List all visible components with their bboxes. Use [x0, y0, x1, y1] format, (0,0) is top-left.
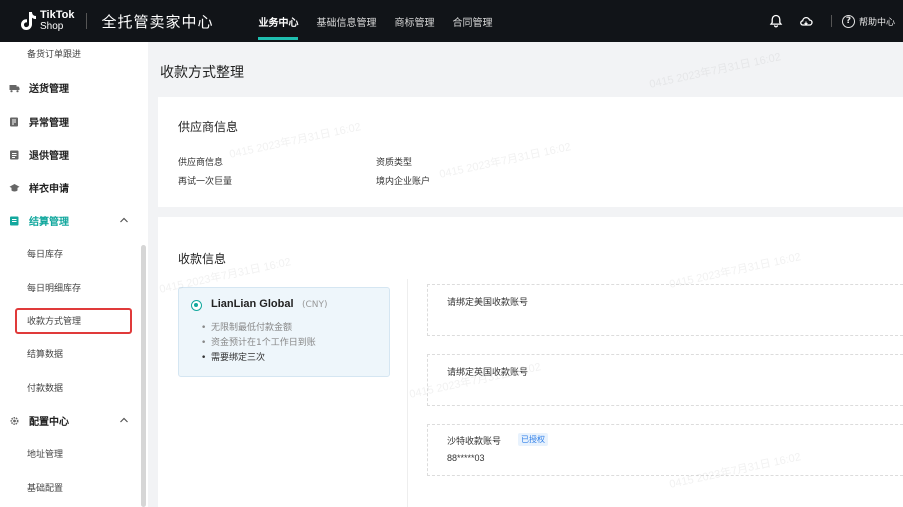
selected-item-highlight [15, 308, 132, 334]
payment-option-name: LianLian Global [211, 298, 294, 310]
uk-account-label: 请绑定英国收款账号 [447, 368, 529, 378]
sidebar-item-label: 每日库存 [27, 250, 64, 260]
sidebar-item-label: 样衣申请 [29, 184, 69, 195]
us-account-label: 请绑定美国收款账号 [447, 298, 529, 308]
payment-option-features: 无限制最低付款金额 资金预计在1个工作日到账 需要绑定三次 [201, 321, 316, 366]
supplier-name-label: 供应商信息 [178, 158, 224, 168]
chevron-up-icon[interactable] [119, 416, 129, 424]
tiktok-shop-logo[interactable]: TikTok Shop [20, 0, 74, 42]
supplier-name-value: 再试一次巨量 [178, 177, 233, 187]
supplier-info-card: 供应商信息 供应商信息 再试一次巨量 资质类型 境内企业账户 [158, 97, 903, 207]
payment-card-title: 收款信息 [178, 252, 227, 266]
sidebar-item-stock-order-tracking[interactable]: 备货订单跟进 [27, 47, 167, 60]
sidebar-item-exceptions[interactable]: 异常管理 [9, 114, 149, 129]
watermark: 0415 2023年7月31日 16:02 [648, 51, 782, 91]
main-content: 收款方式整理 供应商信息 供应商信息 再试一次巨量 资质类型 境内企业账户 收款… [148, 42, 903, 507]
bind-uk-account-box[interactable]: 请绑定英国收款账号 [427, 354, 903, 406]
sidebar-item-label: 备货订单跟进 [27, 50, 82, 60]
sidebar-item-label: 地址管理 [27, 450, 64, 460]
help-icon: ? [841, 14, 855, 28]
header-divider [86, 13, 88, 29]
sidebar-item-payment-data[interactable]: 付款数据 [27, 381, 167, 394]
sidebar-item-label: 配置中心 [29, 417, 69, 428]
header-actions-divider [830, 15, 832, 27]
payment-option-radio[interactable] [191, 300, 202, 311]
supplier-card-title: 供应商信息 [178, 120, 239, 134]
feature-item: 无限制最低付款金额 [201, 321, 316, 336]
top-nav-trademark[interactable]: 商标管理 [385, 0, 443, 42]
page-title: 收款方式整理 [160, 65, 244, 81]
top-nav-basic-info[interactable]: 基础信息管理 [307, 0, 385, 42]
bell-icon[interactable] [768, 13, 784, 29]
sidebar-item-settlement[interactable]: 结算管理 [9, 213, 149, 228]
feature-item: 需要绑定三次 [201, 351, 316, 366]
sidebar [0, 42, 148, 507]
help-center-label: 帮助中心 [858, 17, 895, 28]
return-icon [9, 150, 20, 160]
app-title: 全托管卖家中心 [101, 12, 214, 31]
top-nav-contract[interactable]: 合同管理 [443, 0, 501, 42]
saudi-account-label: 沙特收款账号 [447, 437, 502, 447]
tiktok-logo-icon [20, 11, 36, 31]
header-actions: ? 帮助中心 [761, 0, 895, 42]
sidebar-item-settlement-data[interactable]: 结算数据 [27, 347, 167, 360]
sidebar-item-address[interactable]: 地址管理 [27, 447, 167, 460]
bind-us-account-box[interactable]: 请绑定美国收款账号 [427, 284, 903, 336]
cloud-icon[interactable] [798, 13, 814, 29]
settlement-icon [9, 216, 20, 226]
saudi-account-box[interactable]: 沙特收款账号 已授权 88*****03 [427, 424, 903, 476]
top-bar: TikTok Shop 全托管卖家中心 业务中心 基础信息管理 商标管理 合同管… [0, 0, 903, 42]
payment-info-card: 收款信息 LianLian Global (CNY) 无限制最低付款金额 资金预… [158, 217, 903, 507]
sidebar-item-label: 结算管理 [29, 217, 69, 228]
sidebar-item-sample-request[interactable]: 样衣申请 [9, 180, 149, 195]
logo-line1: TikTok [40, 9, 75, 21]
qualification-type-label: 资质类型 [376, 158, 413, 168]
sidebar-item-label: 退供管理 [29, 151, 69, 162]
sidebar-item-daily-inventory[interactable]: 每日库存 [27, 247, 167, 260]
sidebar-item-label: 异常管理 [29, 118, 69, 129]
logo-line2: Shop [40, 21, 64, 32]
sidebar-item-label: 结算数据 [27, 350, 64, 360]
sidebar-item-returns[interactable]: 退供管理 [9, 147, 149, 162]
payment-divider [407, 279, 408, 507]
sidebar-item-basic-config[interactable]: 基础配置 [27, 481, 167, 494]
hat-icon [9, 183, 20, 193]
sidebar-item-label: 每日明细库存 [27, 284, 82, 294]
authorized-badge: 已授权 [518, 433, 548, 446]
gear-icon [9, 416, 20, 426]
help-center-link[interactable]: ? 帮助中心 [841, 14, 895, 28]
payment-option-lianlian[interactable]: LianLian Global (CNY) 无限制最低付款金额 资金预计在1个工… [178, 287, 390, 377]
sidebar-item-label: 付款数据 [27, 384, 64, 394]
top-nav-business-center[interactable]: 业务中心 [249, 0, 307, 42]
sidebar-item-config-center[interactable]: 配置中心 [9, 413, 149, 428]
feature-item: 资金预计在1个工作日到账 [201, 336, 316, 351]
sidebar-item-delivery[interactable]: 送货管理 [9, 80, 149, 95]
sidebar-item-label: 送货管理 [29, 84, 69, 95]
chevron-up-icon[interactable] [119, 216, 129, 224]
qualification-type-value: 境内企业账户 [376, 177, 431, 187]
sidebar-item-daily-detail-inventory[interactable]: 每日明细库存 [27, 281, 167, 294]
sidebar-item-label: 基础配置 [27, 484, 64, 494]
warning-doc-icon [9, 117, 20, 127]
top-nav: 业务中心 基础信息管理 商标管理 合同管理 [249, 0, 501, 42]
payment-option-currency: (CNY) [302, 300, 328, 310]
truck-icon [9, 83, 20, 93]
saudi-account-number: 88*****03 [447, 453, 485, 463]
